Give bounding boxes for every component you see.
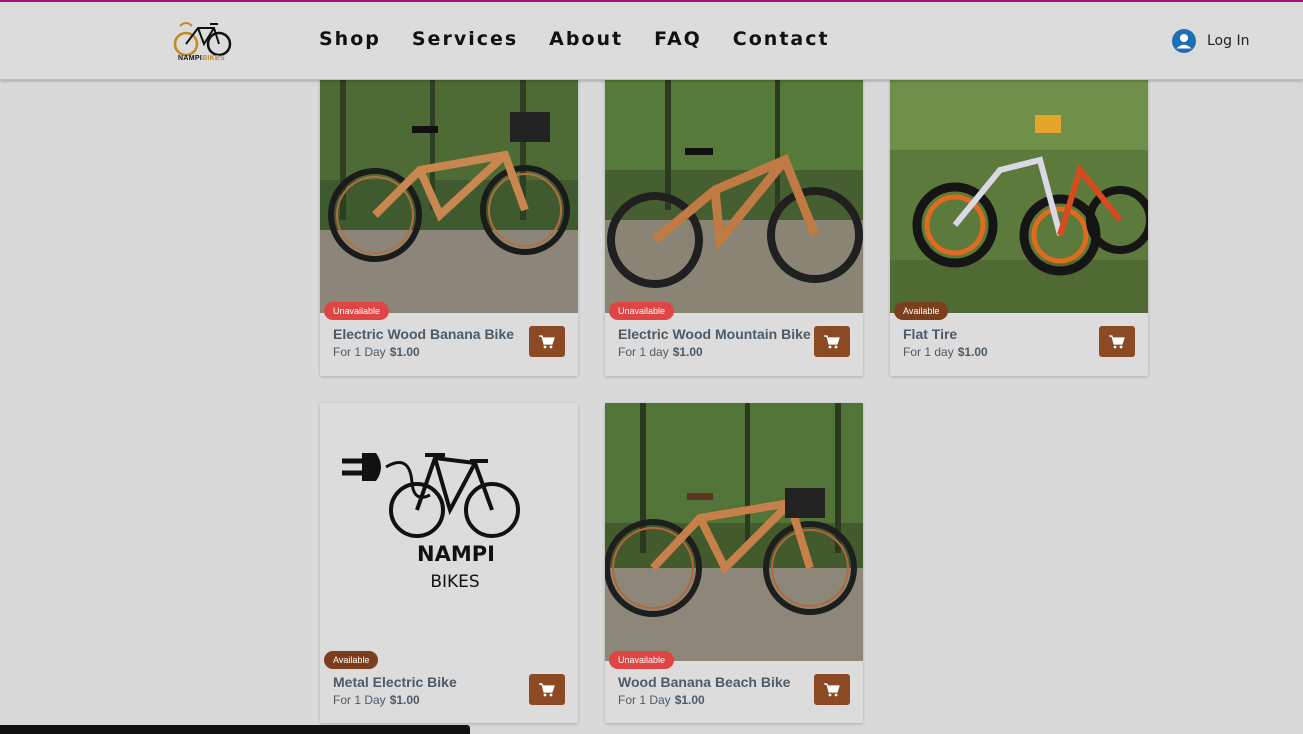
product-title[interactable]: Electric Wood Mountain Bike bbox=[618, 326, 811, 342]
bike-photo bbox=[320, 60, 578, 313]
product-image[interactable] bbox=[320, 60, 578, 313]
product-price: For 1 Day $1.00 bbox=[333, 345, 420, 359]
user-avatar-icon bbox=[1172, 29, 1196, 53]
add-to-cart-button[interactable] bbox=[529, 326, 565, 357]
add-to-cart-button[interactable] bbox=[814, 326, 850, 357]
site-header: NAMPIBIKES Shop Services About FAQ Conta… bbox=[0, 0, 1303, 80]
main-nav: Shop Services About FAQ Contact bbox=[319, 28, 830, 50]
browser-status-bar bbox=[0, 725, 470, 734]
bike-photo bbox=[890, 60, 1148, 313]
product-card[interactable]: Unavailable Electric Wood Mountain Bike … bbox=[605, 60, 863, 376]
product-image[interactable] bbox=[605, 60, 863, 313]
shopping-cart-icon bbox=[539, 334, 555, 348]
product-card[interactable]: NAMPI BIKES Available Metal Electric Bik… bbox=[320, 403, 578, 723]
product-image[interactable]: NAMPI BIKES bbox=[320, 403, 578, 661]
status-badge: Unavailable bbox=[324, 302, 390, 320]
logo-image-text-1: NAMPI bbox=[417, 542, 495, 566]
product-title[interactable]: Electric Wood Banana Bike bbox=[333, 326, 514, 342]
nav-shop[interactable]: Shop bbox=[319, 28, 381, 50]
bike-photo bbox=[605, 403, 863, 661]
status-badge: Available bbox=[894, 302, 949, 320]
product-price: For 1 day $1.00 bbox=[903, 345, 988, 359]
product-price: For 1 day $1.00 bbox=[618, 345, 703, 359]
nampi-bikes-logo-image: NAMPI BIKES bbox=[342, 453, 520, 592]
product-image[interactable] bbox=[605, 403, 863, 661]
product-title[interactable]: Wood Banana Beach Bike bbox=[618, 674, 790, 690]
shopping-cart-icon bbox=[1109, 334, 1125, 348]
status-badge: Unavailable bbox=[609, 651, 675, 669]
add-to-cart-button[interactable] bbox=[529, 674, 565, 705]
product-card[interactable]: Unavailable Electric Wood Banana Bike Fo… bbox=[320, 60, 578, 376]
add-to-cart-button[interactable] bbox=[1099, 326, 1135, 357]
status-badge: Unavailable bbox=[609, 302, 675, 320]
product-price: For 1 Day $1.00 bbox=[333, 693, 420, 707]
product-card[interactable]: Unavailable Wood Banana Beach Bike For 1… bbox=[605, 403, 863, 723]
nav-faq[interactable]: FAQ bbox=[654, 28, 702, 50]
product-price: For 1 Day $1.00 bbox=[618, 693, 705, 707]
shopping-cart-icon bbox=[824, 682, 840, 696]
nav-about[interactable]: About bbox=[549, 28, 623, 50]
logo-text: NAMPIBIKES bbox=[178, 55, 225, 62]
shopping-cart-icon bbox=[539, 682, 555, 696]
logo-image-text-2: BIKES bbox=[430, 572, 479, 592]
product-card[interactable]: Available Flat Tire For 1 day $1.00 bbox=[890, 60, 1148, 376]
product-image[interactable] bbox=[890, 60, 1148, 313]
product-title[interactable]: Metal Electric Bike bbox=[333, 674, 457, 690]
nav-contact[interactable]: Contact bbox=[733, 28, 830, 50]
bike-photo bbox=[605, 60, 863, 313]
shopping-cart-icon bbox=[824, 334, 840, 348]
status-badge: Available bbox=[324, 651, 379, 669]
login-label: Log In bbox=[1207, 33, 1250, 49]
nav-services[interactable]: Services bbox=[412, 28, 518, 50]
add-to-cart-button[interactable] bbox=[814, 674, 850, 705]
product-title[interactable]: Flat Tire bbox=[903, 326, 957, 342]
login-button[interactable]: Log In bbox=[1172, 29, 1249, 53]
